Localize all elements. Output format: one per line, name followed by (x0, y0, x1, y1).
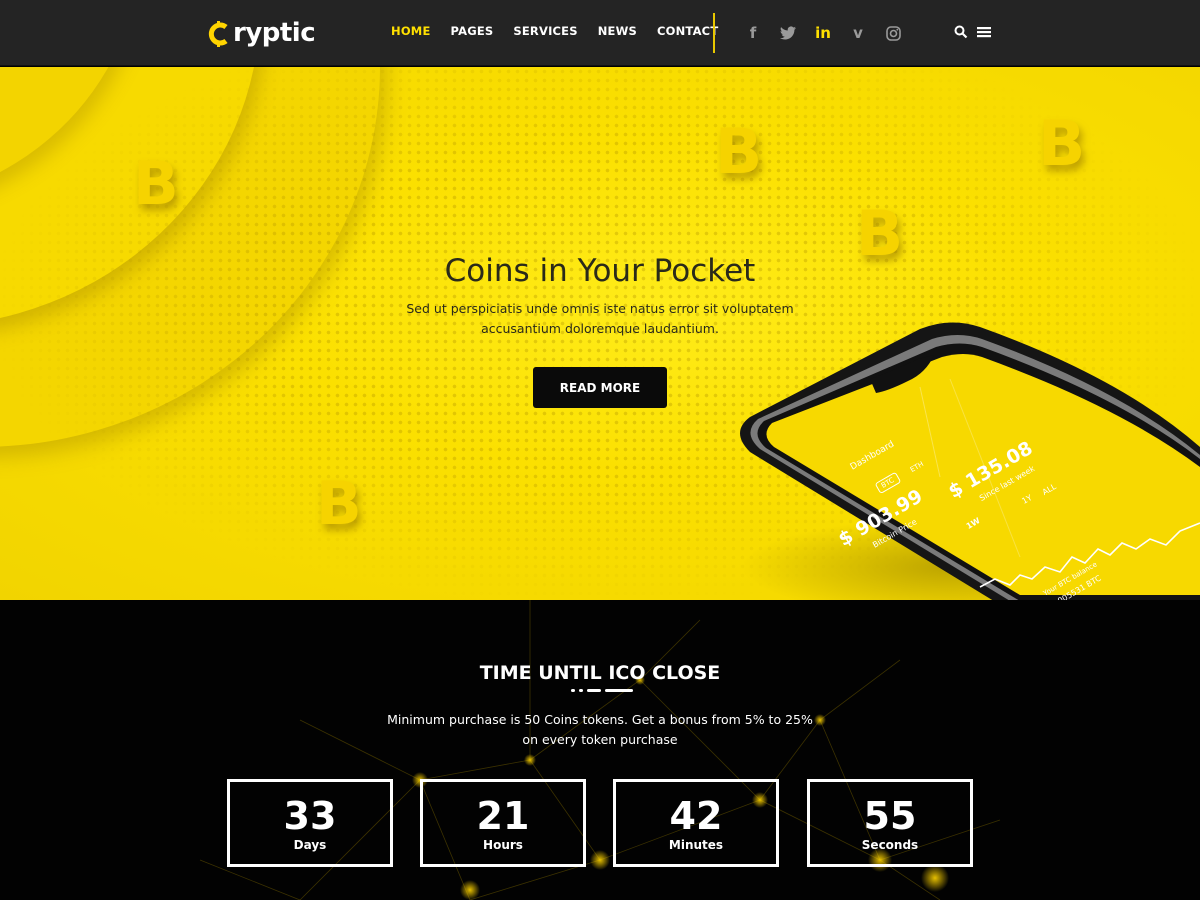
network-background (199, 600, 1001, 900)
countdown-value: 42 (669, 794, 723, 838)
header-divider (713, 13, 715, 53)
hero-section: B B B B B Coins in Your Pocket Sed ut pe… (0, 67, 1200, 600)
countdown-value: 21 (476, 794, 530, 838)
phone-illustration (740, 322, 1200, 600)
countdown-seconds: 55 Seconds (807, 779, 973, 867)
main-nav: HOME PAGES SERVICES NEWS CONTACT (391, 24, 738, 38)
logo[interactable]: ryptic (208, 16, 316, 50)
nav-contact[interactable]: CONTACT (657, 24, 718, 38)
countdown-label: Days (293, 838, 327, 852)
read-more-button[interactable]: READ MORE (533, 367, 667, 408)
countdown-days: 33 Days (227, 779, 393, 867)
twitter-icon[interactable] (779, 22, 797, 44)
menu-icon[interactable] (977, 25, 991, 39)
bitcoin-icon: B (316, 469, 362, 539)
instagram-icon[interactable] (884, 22, 902, 44)
bitcoin-icon: B (715, 115, 763, 188)
logo-text: ryptic (233, 18, 316, 48)
search-icon[interactable] (954, 25, 968, 39)
hero-title: Coins in Your Pocket (444, 253, 756, 289)
nav-services[interactable]: SERVICES (513, 24, 577, 38)
logo-coin-icon (208, 21, 232, 47)
title-underline (571, 689, 633, 693)
countdown-label: Hours (483, 838, 523, 852)
ico-countdown-section: TIME UNTIL ICO CLOSE Minimum purchase is… (0, 600, 1200, 900)
countdown-value: 55 (863, 794, 917, 838)
countdown-minutes: 42 Minutes (613, 779, 779, 867)
countdown-label: Minutes (668, 838, 724, 852)
ico-description: Minimum purchase is 50 Coins tokens. Get… (387, 712, 813, 747)
countdown-hours: 21 Hours (420, 779, 586, 867)
ico-title: TIME UNTIL ICO CLOSE (479, 662, 721, 684)
countdown-value: 33 (283, 794, 337, 838)
bitcoin-icon: B (133, 149, 179, 219)
bitcoin-icon: B (1038, 107, 1086, 180)
linkedin-icon[interactable]: in (814, 22, 832, 44)
nav-news[interactable]: NEWS (598, 24, 637, 38)
nav-pages[interactable]: PAGES (451, 24, 494, 38)
vimeo-icon[interactable]: v (849, 22, 867, 44)
social-links: f in v (744, 22, 902, 44)
nav-home[interactable]: HOME (391, 24, 431, 38)
countdown-label: Seconds (861, 838, 919, 852)
site-header: ryptic HOME PAGES SERVICES NEWS CONTACT … (0, 0, 1200, 66)
header-tools (954, 25, 991, 39)
facebook-icon[interactable]: f (744, 22, 762, 44)
phone-mockup: Dashboard BTC ETH $ 903.99 Bitcoin Price… (720, 317, 1200, 600)
